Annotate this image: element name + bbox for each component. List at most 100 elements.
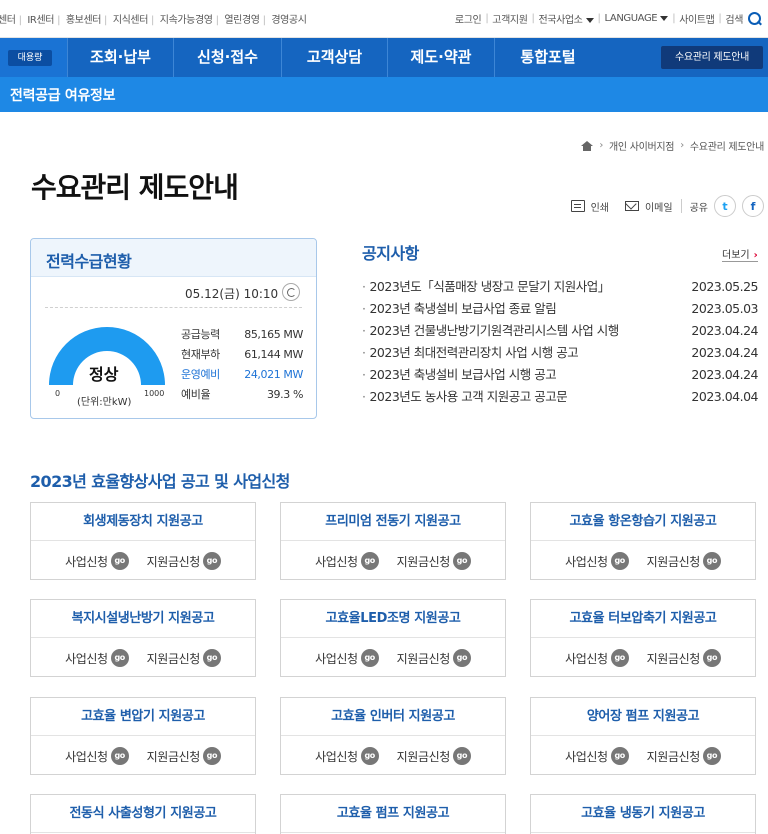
- utility-link-sustainability[interactable]: 지속가능경영: [160, 15, 213, 26]
- apply-label: 사업신청: [565, 554, 608, 569]
- print-icon[interactable]: [570, 200, 585, 212]
- nav-menu-inquiry-payment[interactable]: 조회·납부: [68, 38, 174, 77]
- login-link[interactable]: 로그인: [455, 11, 482, 26]
- notice-item-title[interactable]: 2023년 축냉설비 보급사업 시행 공고: [362, 364, 556, 386]
- utility-link-pr[interactable]: 홍보센터: [66, 15, 102, 26]
- breadcrumb-item[interactable]: 개인 사이버지점: [609, 138, 674, 153]
- sitemap-link[interactable]: 사이트맵: [679, 11, 715, 26]
- program-card-title[interactable]: 복지시설냉난방기 지원공고: [31, 600, 255, 638]
- apply-button[interactable]: 사업신청 go: [565, 747, 629, 765]
- search-link[interactable]: 검색: [725, 11, 743, 26]
- refresh-icon[interactable]: [282, 283, 300, 301]
- support-link[interactable]: 고객지원: [492, 11, 528, 26]
- notice-item-title[interactable]: 2023년 건물냉난방기기원격관리시스템 사업 시행: [362, 320, 618, 342]
- print-link[interactable]: 인쇄: [591, 199, 609, 214]
- notice-item[interactable]: 2023년도 농사용 고객 지원공고 공고문 2023.04.04: [362, 386, 758, 408]
- notice-item-title[interactable]: 2023년 최대전력관리장치 사업 시행 공고: [362, 342, 578, 364]
- notice-item[interactable]: 2023년 건물냉난방기기원격관리시스템 사업 시행 2023.04.24: [362, 320, 758, 342]
- large-customer-button[interactable]: 대용량: [0, 38, 68, 77]
- program-card: 고효율 변압기 지원공고 사업신청 go 지원금신청 go: [30, 697, 256, 775]
- utility-bar: 센터 | IR센터 | 홍보센터 | 지식센터 | 지속가능경영 | 열린경영 | 경영공시…: [0, 0, 768, 38]
- apply-label: 사업신청: [65, 651, 108, 666]
- power-stats: 공급능력 85,165 MW 현재부하 61,144 MW 운영예비 24,021 M…: [181, 325, 303, 405]
- program-card-title[interactable]: 양어장 펌프 지원공고: [531, 698, 755, 736]
- apply-button[interactable]: 사업신청 go: [315, 747, 379, 765]
- sub-header-title[interactable]: 전력공급 여유정보: [10, 85, 116, 105]
- subsidy-button[interactable]: 지원금신청 go: [647, 747, 721, 765]
- notice-item[interactable]: 2023년 축냉설비 보급사업 종료 알림 2023.05.03: [362, 298, 758, 320]
- subsidy-button[interactable]: 지원금신청 go: [397, 552, 471, 570]
- nav-menu-application[interactable]: 신청·접수: [174, 38, 282, 77]
- stat-label: 공급능력: [181, 328, 220, 341]
- program-card-title[interactable]: 고효율 항온항습기 지원공고: [531, 503, 755, 541]
- utility-link-disclosure[interactable]: 경영공시: [271, 15, 307, 26]
- notice-item[interactable]: 2023년 최대전력관리장치 사업 시행 공고 2023.04.24: [362, 342, 758, 364]
- notice-item[interactable]: 2023년 축냉설비 보급사업 시행 공고 2023.04.24: [362, 364, 758, 386]
- nav-menu-policy-terms[interactable]: 제도·약관: [388, 38, 495, 77]
- utility-link-ir[interactable]: IR센터: [27, 15, 54, 26]
- program-card-title[interactable]: 고효율 변압기 지원공고: [31, 698, 255, 736]
- subsidy-button[interactable]: 지원금신청 go: [647, 552, 721, 570]
- subsidy-label: 지원금신청: [396, 554, 451, 569]
- notice-item[interactable]: 2023년도「식품매장 냉장고 문달기 지원사업」 2023.05.25: [362, 276, 758, 298]
- apply-button[interactable]: 사업신청 go: [65, 552, 129, 570]
- apply-button[interactable]: 사업신청 go: [315, 649, 379, 667]
- apply-button[interactable]: 사업신청 go: [65, 747, 129, 765]
- search-icon[interactable]: [748, 11, 762, 26]
- divider: [680, 199, 682, 213]
- divider: [45, 307, 302, 308]
- program-card-title[interactable]: 회생제동장치 지원공고: [31, 503, 255, 541]
- subsidy-label: 지원금신청: [146, 554, 201, 569]
- apply-button[interactable]: 사업신청 go: [315, 552, 379, 570]
- apply-button[interactable]: 사업신청 go: [565, 552, 629, 570]
- utility-links: 센터 | IR센터 | 홍보센터 | 지식센터 | 지속가능경영 | 열린경영 | 경영공시: [0, 15, 307, 26]
- power-status-time: 05.12(금) 10:10: [185, 287, 279, 301]
- program-card-title[interactable]: 고효율 인버터 지원공고: [281, 698, 505, 736]
- facebook-icon[interactable]: f: [742, 195, 764, 217]
- program-card-title[interactable]: 고효율 펌프 지원공고: [281, 795, 505, 833]
- home-icon[interactable]: [581, 140, 594, 151]
- mail-icon[interactable]: [624, 201, 639, 211]
- nav-menu-consultation[interactable]: 고객상담: [282, 38, 388, 77]
- twitter-icon[interactable]: t: [714, 195, 736, 217]
- apply-label: 사업신청: [65, 749, 108, 764]
- notice-item-title[interactable]: 2023년 축냉설비 보급사업 종료 알림: [362, 298, 556, 320]
- nav-menu-portal[interactable]: 통합포털: [495, 38, 601, 77]
- offices-dropdown[interactable]: 전국사업소: [538, 11, 594, 26]
- notice-item-title[interactable]: 2023년도 농사용 고객 지원공고 공고문: [362, 386, 567, 408]
- program-card: 고효율 터보압축기 지원공고사업신청 go 지원금신청 go: [530, 599, 756, 677]
- sub-header: 전력공급 여유정보: [0, 77, 768, 112]
- demand-guide-button[interactable]: 수요관리 제도안내: [661, 46, 763, 69]
- go-icon: go: [110, 747, 129, 765]
- utility-link-open[interactable]: 열린경영: [224, 15, 260, 26]
- subsidy-button[interactable]: 지원금신청 go: [147, 747, 221, 765]
- subsidy-label: 지원금신청: [146, 749, 201, 764]
- apply-button[interactable]: 사업신청 go: [565, 649, 629, 667]
- go-icon: go: [202, 649, 221, 667]
- subsidy-button[interactable]: 지원금신청 go: [397, 747, 471, 765]
- program-card-title[interactable]: 고효율 냉동기 지원공고: [531, 795, 755, 833]
- utility-link-center[interactable]: 센터: [0, 15, 16, 26]
- go-icon: go: [110, 552, 129, 570]
- chevron-right-icon: ›: [599, 140, 604, 151]
- utility-link-knowledge[interactable]: 지식센터: [113, 15, 149, 26]
- share-tools: 인쇄 이메일 공유 t f: [570, 195, 764, 217]
- notice-more-link[interactable]: 더보기 ›: [722, 246, 758, 262]
- apply-button[interactable]: 사업신청 go: [65, 649, 129, 667]
- program-card-title[interactable]: 고효율LED조명 지원공고: [281, 600, 505, 638]
- breadcrumb-item[interactable]: 수요관리 제도안내: [690, 138, 764, 153]
- subsidy-button[interactable]: 지원금신청 go: [147, 552, 221, 570]
- notice-item-title[interactable]: 2023년도「식품매장 냉장고 문달기 지원사업」: [362, 276, 609, 298]
- email-link[interactable]: 이메일: [645, 199, 673, 214]
- language-dropdown[interactable]: LANGUAGE: [604, 13, 669, 24]
- stat-row: 운영예비 24,021 MW: [181, 365, 303, 385]
- program-card-title[interactable]: 프리미엄 전동기 지원공고: [281, 503, 505, 541]
- subsidy-button[interactable]: 지원금신청 go: [147, 649, 221, 667]
- go-icon: go: [452, 552, 471, 570]
- page-title: 수요관리 제도안내: [31, 171, 239, 204]
- program-card-title[interactable]: 전동식 사출성형기 지원공고: [31, 795, 255, 833]
- program-card-title[interactable]: 고효율 터보압축기 지원공고: [531, 600, 755, 638]
- subsidy-button[interactable]: 지원금신청 go: [647, 649, 721, 667]
- notice-item-date: 2023.04.24: [691, 323, 758, 338]
- subsidy-button[interactable]: 지원금신청 go: [397, 649, 471, 667]
